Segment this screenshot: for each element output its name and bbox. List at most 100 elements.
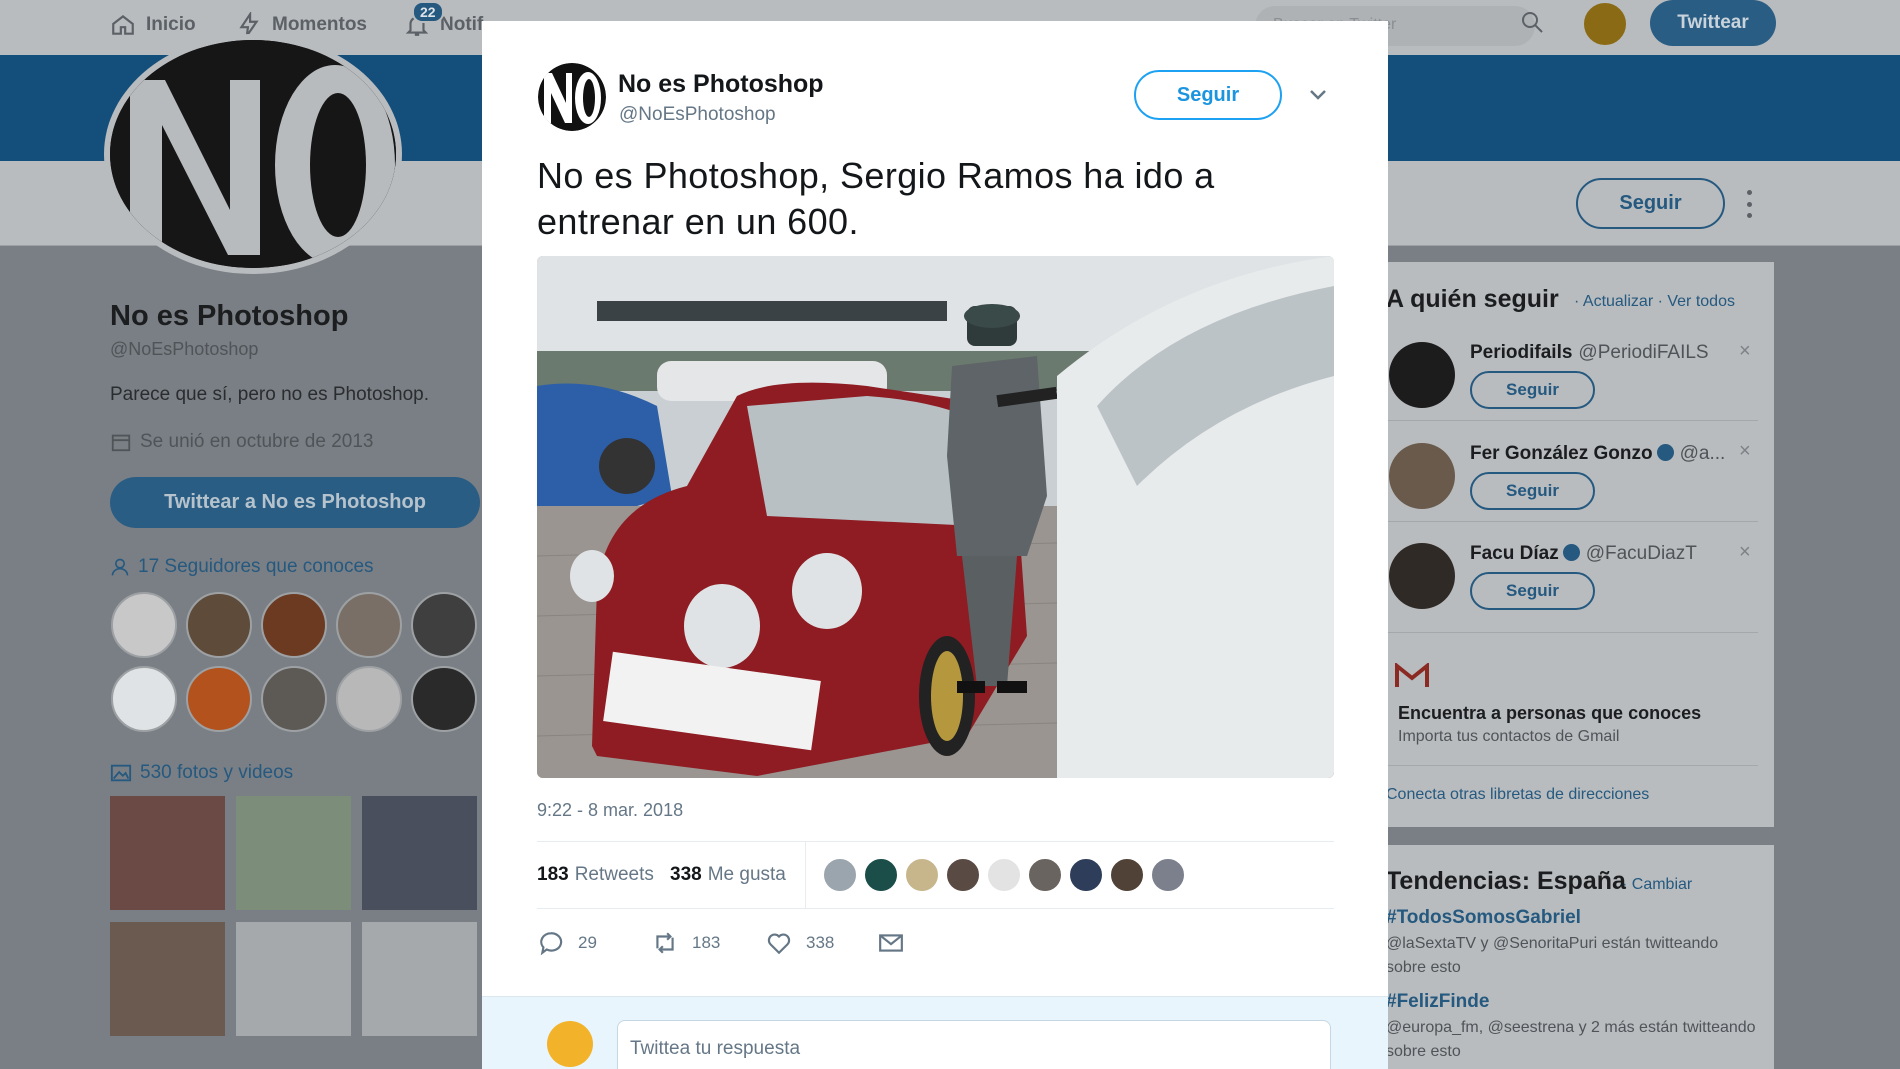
- divider: [1386, 765, 1758, 766]
- profile-name: No es Photoshop: [110, 300, 349, 332]
- divider: [1386, 521, 1758, 522]
- trends-change-link[interactable]: · Cambiar: [1622, 876, 1692, 894]
- media-thumbnail[interactable]: [362, 796, 477, 910]
- image-icon: [110, 764, 132, 782]
- reply-count: 29: [578, 933, 597, 952]
- follower-avatar[interactable]: [111, 592, 177, 658]
- follower-avatar[interactable]: [186, 592, 252, 658]
- follower-avatar[interactable]: [336, 592, 402, 658]
- nav-home[interactable]: Inicio: [110, 12, 196, 38]
- liker-avatar[interactable]: [1109, 857, 1145, 893]
- tweet-button[interactable]: Twittear: [1650, 0, 1776, 46]
- tweet-photo-image: [537, 256, 1334, 778]
- divider: [537, 841, 1334, 842]
- retweet-count: 183: [692, 933, 721, 952]
- retweet-icon: [656, 932, 674, 954]
- nav-home-label: Inicio: [146, 14, 196, 35]
- like-count: 338: [806, 933, 835, 952]
- follower-avatar[interactable]: [411, 592, 477, 658]
- more-options-icon[interactable]: [1745, 190, 1753, 218]
- gmail-icon: [1395, 663, 1429, 687]
- who-to-follow-links[interactable]: · Actualizar · Ver todos: [1574, 293, 1735, 311]
- suggestion-follow-button[interactable]: Seguir: [1470, 371, 1595, 409]
- tweet-timestamp[interactable]: 9:22 - 8 mar. 2018: [537, 800, 683, 821]
- nav-notifications-label: Notif: [440, 14, 484, 35]
- retweet-action[interactable]: 183: [652, 930, 720, 956]
- tweet-author-name[interactable]: No es Photoshop: [618, 70, 824, 99]
- follower-avatar[interactable]: [186, 666, 252, 732]
- tweet-follow-button[interactable]: Seguir: [1134, 70, 1282, 120]
- search-icon[interactable]: [1520, 10, 1544, 34]
- liker-avatar[interactable]: [904, 857, 940, 893]
- profile-joined-text: Se unió en octubre de 2013: [140, 431, 374, 452]
- calendar-icon: [111, 434, 131, 452]
- suggestion-name[interactable]: Facu Díaz @FacuDiazT: [1470, 543, 1697, 565]
- connect-address-books-link[interactable]: Conecta otras libretas de direcciones: [1386, 786, 1649, 804]
- trend-tag[interactable]: #TodosSomosGabriel: [1386, 907, 1581, 929]
- likes-stat[interactable]: 338 Me gusta: [670, 864, 786, 886]
- retweets-label: Retweets: [574, 864, 654, 885]
- suggestion-avatar[interactable]: [1389, 443, 1455, 509]
- media-thumbnail[interactable]: [236, 922, 351, 1036]
- liker-avatar[interactable]: [945, 857, 981, 893]
- tweet-author-avatar[interactable]: [538, 63, 606, 131]
- followers-you-know-text: 17 Seguidores que conoces: [138, 556, 374, 577]
- chevron-down-icon[interactable]: [1308, 88, 1328, 102]
- close-icon[interactable]: ×: [1739, 541, 1751, 564]
- followers-you-know-link[interactable]: 17 Seguidores que conoces: [110, 556, 374, 578]
- follower-avatar[interactable]: [261, 666, 327, 732]
- suggestion-avatar[interactable]: [1389, 342, 1455, 408]
- suggestion-name[interactable]: Fer González Gonzo @a...: [1470, 443, 1725, 465]
- tweet-text: No es Photoshop, Sergio Ramos ha ido a e…: [537, 155, 1215, 242]
- follower-avatar[interactable]: [336, 666, 402, 732]
- photos-videos-link[interactable]: 530 fotos y videos: [110, 762, 293, 784]
- direct-message-action[interactable]: [878, 930, 904, 956]
- verified-icon: [1562, 544, 1580, 561]
- home-icon: [112, 14, 134, 35]
- follower-avatar[interactable]: [411, 666, 477, 732]
- follower-avatar[interactable]: [111, 666, 177, 732]
- trend-tag[interactable]: #FelizFinde: [1386, 991, 1489, 1013]
- divider: [805, 842, 806, 908]
- tweet-author-handle[interactable]: @NoEsPhotoshop: [619, 104, 776, 126]
- liker-avatar[interactable]: [822, 857, 858, 893]
- media-thumbnail[interactable]: [362, 922, 477, 1036]
- gmail-find-title[interactable]: Encuentra a personas que conoces: [1398, 703, 1701, 724]
- user-avatar[interactable]: [1582, 1, 1628, 47]
- no-logo-icon: [538, 63, 606, 131]
- liker-avatar[interactable]: [863, 857, 899, 893]
- trend-description: @laSextaTV y @SenoritaPuri están twittea…: [1386, 935, 1719, 976]
- nav-moments-label: Momentos: [272, 14, 367, 35]
- media-thumbnail[interactable]: [110, 922, 225, 1036]
- tweet-photo[interactable]: [537, 256, 1334, 778]
- profile-handle: @NoEsPhotoshop: [110, 339, 259, 359]
- close-icon[interactable]: ×: [1739, 340, 1751, 363]
- heart-icon: [767, 933, 791, 955]
- likes-label: Me gusta: [707, 864, 786, 885]
- profile-joined: Se unió en octubre de 2013: [110, 431, 373, 453]
- suggestion-follow-button[interactable]: Seguir: [1470, 572, 1595, 610]
- suggestion-name[interactable]: Periodifails @PeriodiFAILS: [1470, 342, 1709, 364]
- trend-description: @europa_fm, @seestrena y 2 más están twi…: [1386, 1019, 1756, 1060]
- media-thumbnail[interactable]: [236, 796, 351, 910]
- profile-bio: Parece que sí, pero no es Photoshop.: [110, 384, 429, 405]
- profile-follow-button[interactable]: Seguir: [1576, 178, 1725, 229]
- reply-user-avatar: [547, 1021, 593, 1067]
- media-thumbnail[interactable]: [110, 796, 225, 910]
- tweet-to-button[interactable]: Twittear a No es Photoshop: [110, 477, 480, 528]
- divider: [1386, 420, 1758, 421]
- envelope-icon: [879, 934, 903, 952]
- liker-avatar[interactable]: [986, 857, 1022, 893]
- liker-avatar[interactable]: [1150, 857, 1186, 893]
- liker-avatar[interactable]: [1027, 857, 1063, 893]
- liker-avatar[interactable]: [1068, 857, 1104, 893]
- follower-avatar[interactable]: [261, 592, 327, 658]
- like-action[interactable]: 338: [766, 930, 834, 956]
- retweets-stat[interactable]: 183 Retweets: [537, 864, 654, 886]
- suggestion-follow-button[interactable]: Seguir: [1470, 472, 1595, 510]
- close-icon[interactable]: ×: [1739, 440, 1751, 463]
- reply-input[interactable]: Twittea tu respuesta: [617, 1020, 1331, 1069]
- profile-avatar[interactable]: [104, 34, 402, 274]
- reply-action[interactable]: 29: [538, 930, 597, 956]
- suggestion-avatar[interactable]: [1389, 543, 1455, 609]
